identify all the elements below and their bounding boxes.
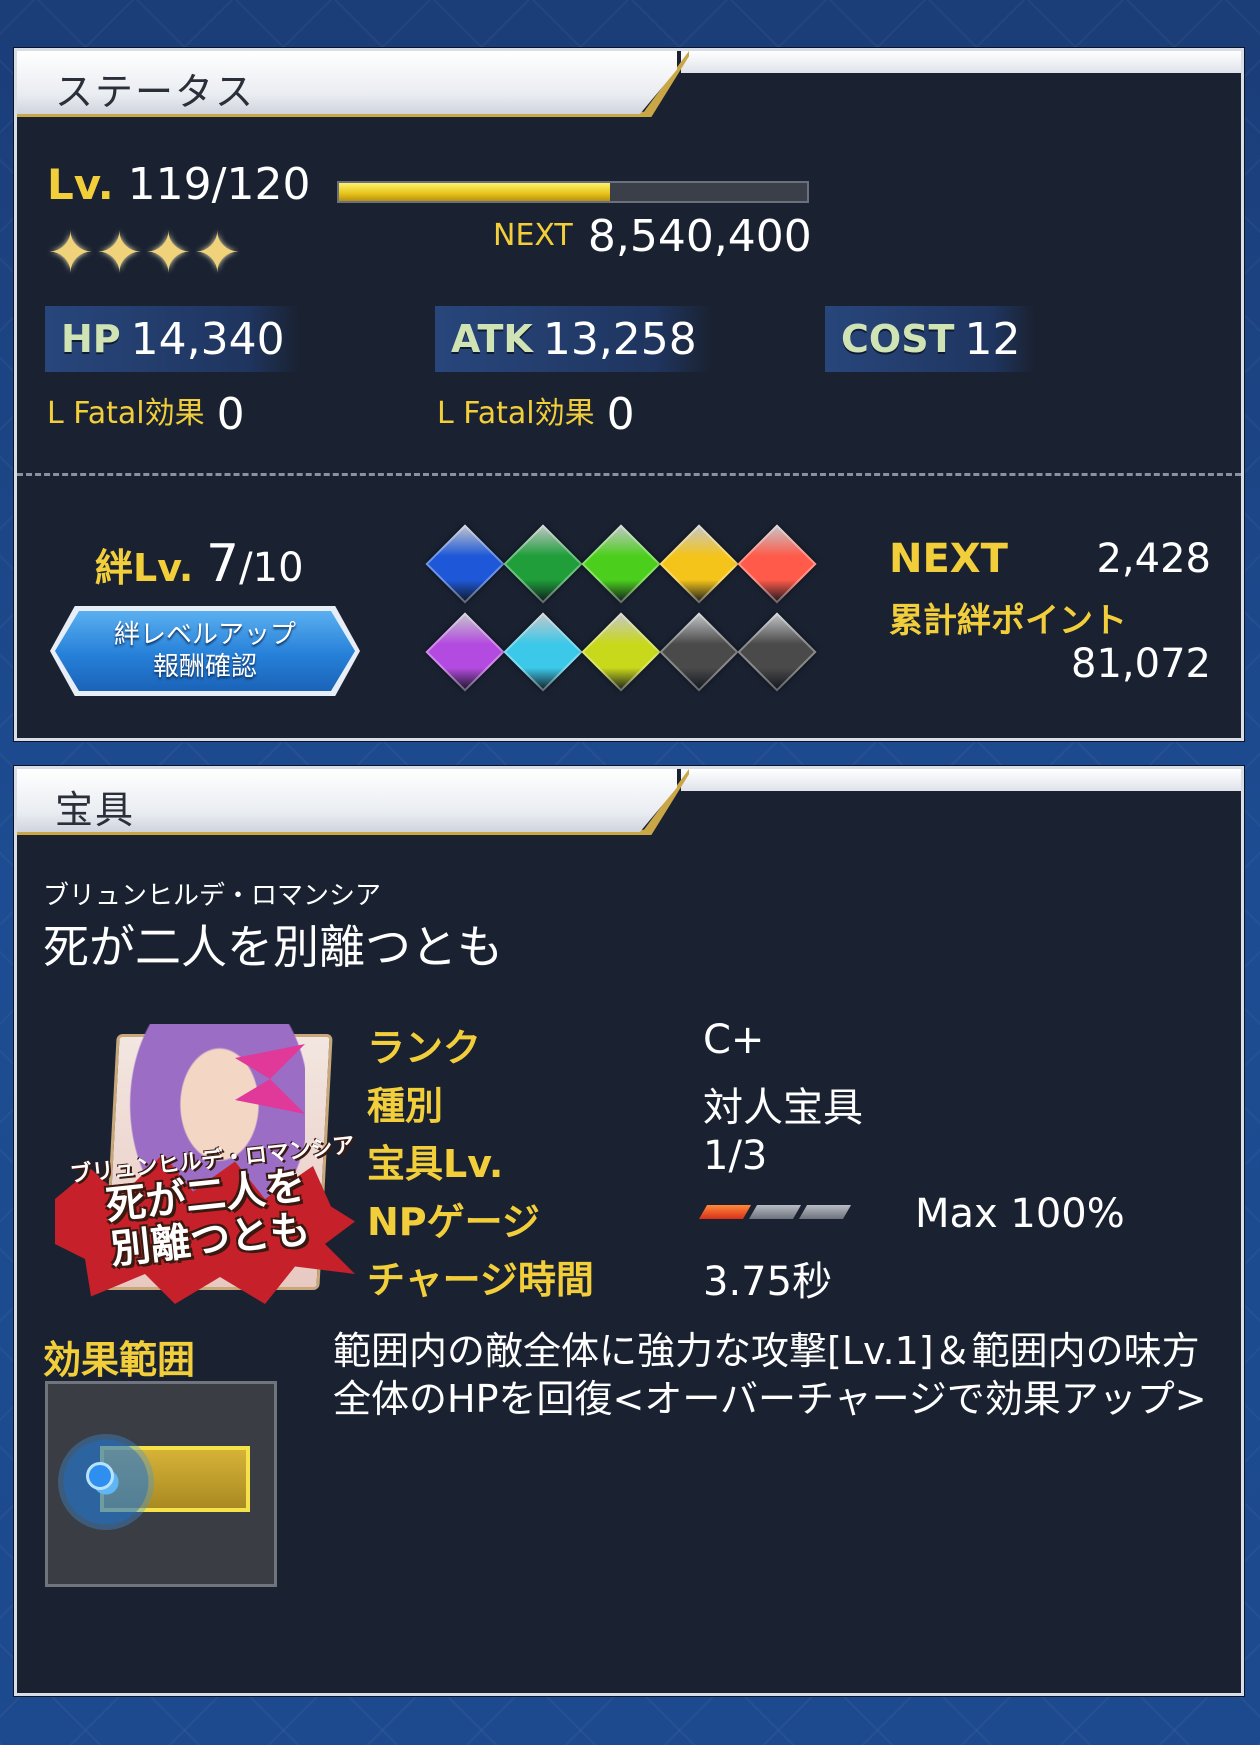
np-level-row: 宝具Lv. 1/3: [367, 1133, 1127, 1191]
np-gauge-bars: [698, 1205, 852, 1219]
hp-fatal-value: 0: [216, 389, 245, 440]
level-progress-fill: [339, 183, 611, 201]
cost-stat: COST 12: [825, 306, 1035, 372]
bond-gem-icon: [425, 524, 505, 604]
np-card-image[interactable]: ブリュンヒルデ・ロマンシア 死が二人を 別離つとも: [55, 1024, 356, 1324]
level-value: 119/120: [127, 159, 311, 210]
bond-gem-icon: [425, 612, 505, 692]
bond-gem-icon: [659, 612, 739, 692]
next-exp-label: NEXT: [493, 218, 573, 253]
bond-level-max: /10: [239, 545, 304, 591]
np-area-label: 効果範囲: [43, 1338, 196, 1382]
bond-level-value: 7: [206, 534, 240, 594]
atk-label: ATK: [451, 317, 533, 361]
np-gauge-segment: [698, 1205, 752, 1219]
np-gauge-row: NPゲージ Max 100%: [367, 1191, 1127, 1249]
bond-reward-button-line2: 報酬確認: [152, 652, 257, 682]
hp-fatal-label: L Fatal効果: [47, 396, 205, 431]
star-icon: ✦: [144, 221, 192, 286]
bond-gem-icon: [737, 612, 817, 692]
atk-fatal: L Fatal効果 0: [437, 383, 635, 440]
hp-badge: HP 14,340: [45, 306, 299, 372]
np-name: 死が二人を別離つとも: [43, 920, 503, 974]
bond-gem-icon: [503, 612, 583, 692]
np-gauge-segment: [748, 1205, 802, 1219]
next-exp: NEXT 8,540,400: [493, 211, 812, 262]
rarity-stars: ✦ ✦ ✦ ✦: [47, 226, 241, 282]
panel-tab: ステータス: [17, 51, 677, 117]
cost-value: 12: [964, 313, 1021, 365]
bond-total-value: 81,072: [1071, 641, 1211, 687]
atk-value: 13,258: [542, 313, 697, 365]
np-charge-label: チャージ時間: [367, 1258, 594, 1302]
np-title: 宝具: [55, 788, 136, 832]
np-type-value: 対人宝具: [703, 1085, 863, 1131]
cost-badge: COST 12: [825, 306, 1035, 372]
bond-level: 絆Lv. 7/10: [95, 534, 304, 594]
np-rank-label: ランク: [367, 1026, 482, 1070]
np-rank-row: ランク C+: [367, 1017, 1127, 1075]
bond-reward-button-line1: 絆レベルアップ: [113, 620, 296, 650]
atk-fatal-label: L Fatal効果: [437, 396, 595, 431]
np-area-origin-dot: [86, 1462, 114, 1490]
bond-gem-icon: [581, 612, 661, 692]
bond-reward-button[interactable]: 絆レベルアップ 報酬確認: [55, 611, 355, 691]
bond-gem-icon: [581, 524, 661, 604]
np-area-diagram: [45, 1381, 277, 1587]
bond-next-label: NEXT: [889, 536, 1008, 582]
hp-label: HP: [61, 317, 121, 361]
level-label: Lv.: [47, 160, 114, 209]
hp-value: 14,340: [130, 313, 285, 365]
level-progress-bar: [337, 181, 809, 203]
np-charge-row: チャージ時間 3.75秒: [367, 1249, 1127, 1307]
bond-total-label: 累計絆ポイント: [889, 601, 1127, 641]
atk-stat: ATK 13,258: [435, 306, 711, 372]
bond-gem-icon: [503, 524, 583, 604]
noble-phantasm-panel: 宝具 ブリュンヒルデ・ロマンシア 死が二人を別離つとも ブリュンヒルデ・ロマンシ…: [14, 766, 1244, 1696]
next-exp-value: 8,540,400: [587, 211, 812, 262]
hp-stat: HP 14,340: [45, 306, 299, 372]
np-level-value: 1/3: [703, 1133, 768, 1179]
panel-top-strip: [681, 51, 1241, 73]
bond-gems: [425, 524, 817, 692]
np-type-label: 種別: [367, 1084, 444, 1128]
cost-label: COST: [841, 317, 955, 361]
bond-gem-icon: [659, 524, 739, 604]
np-description: 範囲内の敵全体に強力な攻撃[Lv.1]＆範囲内の味方全体のHPを回復<オーバーチ…: [333, 1329, 1207, 1421]
np-ruby: ブリュンヒルデ・ロマンシア: [43, 881, 382, 911]
panel-top-strip: [681, 769, 1241, 791]
star-icon: ✦: [193, 221, 241, 286]
bond-next-value: 2,428: [1096, 536, 1211, 582]
atk-badge: ATK 13,258: [435, 306, 711, 372]
np-type-row: 種別 対人宝具: [367, 1075, 1127, 1133]
np-level-label: 宝具Lv.: [367, 1142, 504, 1186]
panel-tab: 宝具: [17, 769, 677, 835]
level-display: Lv. 119/120: [47, 159, 310, 210]
np-gauge-segment: [798, 1205, 852, 1219]
np-gauge-label: NPゲージ: [367, 1200, 540, 1244]
np-charge-value: 3.75秒: [703, 1259, 833, 1305]
status-panel: ステータス Lv. 119/120 NEXT 8,540,400 ✦ ✦ ✦ ✦ HP…: [14, 48, 1244, 741]
divider: [17, 473, 1241, 476]
star-icon: ✦: [95, 221, 143, 286]
status-title: ステータス: [55, 70, 256, 114]
bond-gem-icon: [737, 524, 817, 604]
atk-fatal-value: 0: [606, 389, 635, 440]
np-gauge-value: Max 100%: [915, 1191, 1125, 1237]
bond-level-label: 絆Lv.: [95, 546, 194, 590]
hp-fatal: L Fatal効果 0: [47, 383, 245, 440]
np-rank-value: C+: [703, 1017, 765, 1063]
star-icon: ✦: [47, 221, 94, 286]
